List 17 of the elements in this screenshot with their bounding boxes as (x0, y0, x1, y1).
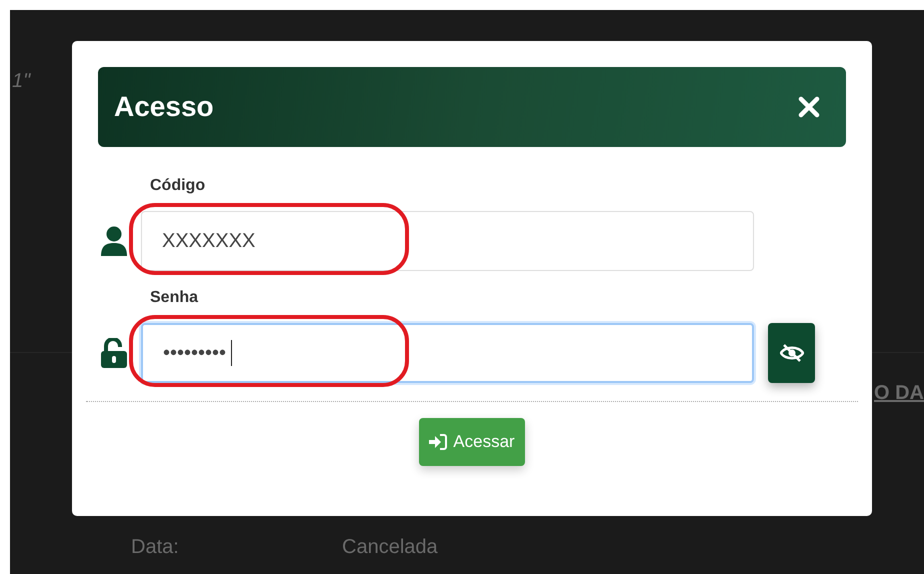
field-label: Senha (150, 289, 200, 307)
close-button[interactable] (798, 96, 820, 118)
user-icon (100, 226, 128, 256)
background-text: Data: (131, 536, 179, 559)
dialog-title: Acesso (114, 91, 214, 123)
background-text: Cancelada (342, 536, 438, 559)
sign-in-icon (429, 434, 448, 450)
background-text: 1" (12, 70, 30, 93)
code-field[interactable]: XXXXXXX (141, 211, 754, 271)
unlocked-padlock-icon (100, 338, 128, 368)
eye-slash-icon (780, 343, 804, 363)
password-field[interactable]: ••••••••• (141, 323, 754, 383)
field-label: Código (150, 177, 206, 195)
text-cursor (231, 340, 232, 366)
background-text: O DA (874, 382, 924, 405)
close-icon (798, 96, 820, 118)
toggle-visibility-button[interactable] (768, 323, 815, 383)
